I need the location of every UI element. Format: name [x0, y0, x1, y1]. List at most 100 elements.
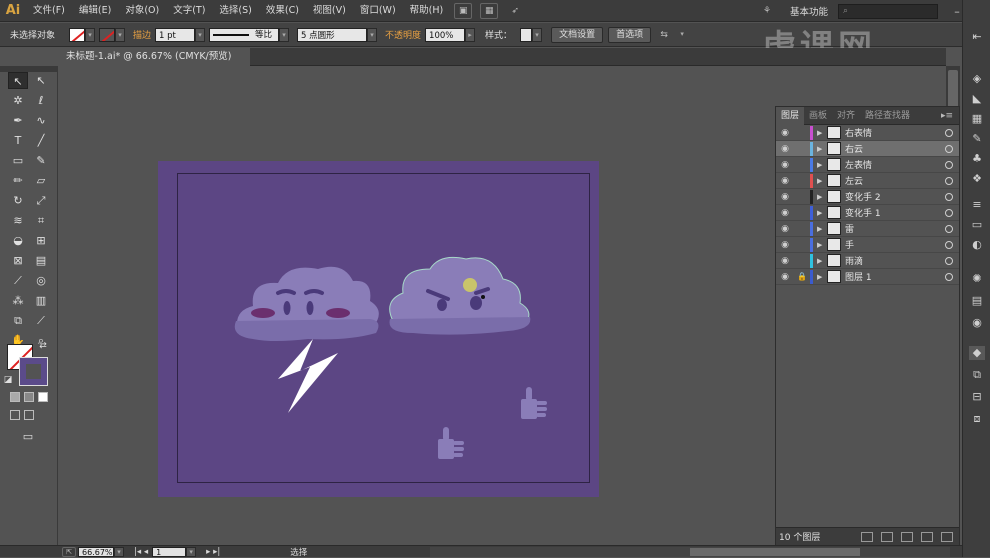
target-circle-icon[interactable] — [945, 208, 953, 217]
new-sublayer-icon[interactable] — [901, 531, 913, 542]
arrange-icon[interactable]: ⇆ — [655, 27, 673, 43]
gradient-mode-icon[interactable] — [24, 392, 34, 402]
brushes-icon[interactable]: ✎ — [969, 132, 985, 146]
color-guide-icon[interactable]: ◣ — [969, 92, 985, 106]
thumbs-up-hand-2[interactable] — [438, 427, 464, 459]
stroke-color-box[interactable] — [19, 357, 48, 386]
target-circle-icon[interactable] — [945, 224, 953, 233]
expand-arrow-icon[interactable]: ▶ — [817, 209, 827, 217]
fill-swatch[interactable] — [69, 27, 86, 42]
menu-window[interactable]: 窗口(W) — [353, 0, 403, 22]
zoom-field[interactable]: 66.67% — [78, 546, 114, 557]
menu-type[interactable]: 文字(T) — [166, 0, 212, 22]
bridge-icon[interactable]: ▣ — [454, 2, 473, 19]
direct-selection-tool-icon[interactable]: ↖ — [31, 72, 51, 89]
status-menu-icon[interactable]: ⇱ — [62, 546, 76, 557]
target-circle-icon[interactable] — [945, 192, 953, 201]
artboard-tool-icon[interactable]: ⧉ — [8, 312, 28, 329]
color-mode-icon[interactable] — [10, 392, 20, 402]
layer-row[interactable]: ◉ ▶ 左表情 — [776, 157, 959, 173]
artboards-panel-icon[interactable]: ⧉ — [969, 368, 985, 382]
graphic-style-swatch[interactable] — [520, 27, 533, 42]
eraser-tool-icon[interactable]: ▱ — [31, 172, 51, 189]
mesh-tool-icon[interactable]: ⊠ — [8, 252, 28, 269]
blend-tool-icon[interactable]: ◎ — [31, 272, 51, 289]
menu-help[interactable]: 帮助(H) — [403, 0, 451, 22]
target-circle-icon[interactable] — [945, 160, 953, 169]
artboard-number-field[interactable]: 1 — [152, 546, 187, 557]
visibility-eye-icon[interactable]: ◉ — [776, 240, 794, 250]
tab-align[interactable]: 对齐 — [832, 107, 860, 125]
layer-row[interactable]: ◉ ▶ 左云 — [776, 173, 959, 189]
panel-menu-icon[interactable]: ▸≡ — [941, 111, 959, 121]
gradient-tool-icon[interactable]: ▤ — [31, 252, 51, 269]
layer-name[interactable]: 图层 1 — [845, 270, 945, 283]
chevron-down-icon[interactable]: ▾ — [367, 27, 378, 42]
layer-name[interactable]: 雷 — [845, 222, 945, 235]
thumbs-up-hand-1[interactable] — [521, 387, 547, 419]
pathfinder-panel-icon[interactable]: ⧈ — [969, 412, 985, 426]
opacity-label[interactable]: 不透明度 — [385, 28, 421, 41]
image-trace-icon[interactable]: ◉ — [969, 316, 985, 330]
target-circle-icon[interactable] — [945, 256, 953, 265]
variable-width-profile[interactable]: 等比 — [209, 27, 280, 42]
visibility-eye-icon[interactable]: ◉ — [776, 192, 794, 202]
selection-tool-icon[interactable]: ↖ — [8, 72, 28, 89]
chevron-down-icon[interactable]: ▾ — [279, 27, 290, 42]
make-clipping-mask-icon[interactable] — [881, 531, 893, 542]
color-panel-icon[interactable]: ◈ — [969, 72, 985, 86]
stroke-panel-icon[interactable]: ≡ — [969, 198, 985, 212]
shape-builder-tool-icon[interactable]: ◒ — [8, 232, 28, 249]
layer-row[interactable]: ◉ ▶ 右云 — [776, 141, 959, 157]
visibility-eye-icon[interactable]: ◉ — [776, 128, 794, 138]
menu-edit[interactable]: 编辑(E) — [72, 0, 118, 22]
graphic-styles-panel-icon[interactable]: ▤ — [969, 294, 985, 308]
swatches-icon[interactable]: ▦ — [969, 112, 985, 126]
rotate-tool-icon[interactable]: ↻ — [8, 192, 28, 209]
layer-row[interactable]: ◉ ▶ 手 — [776, 237, 959, 253]
delete-layer-icon[interactable] — [941, 531, 953, 542]
tab-layers[interactable]: 图层 — [776, 106, 805, 125]
stroke-swatch[interactable] — [99, 27, 116, 42]
artwork[interactable] — [158, 161, 599, 497]
brush-definition[interactable]: 5 点圆形 — [297, 27, 368, 42]
chevron-down-icon[interactable]: ▾ — [677, 28, 687, 42]
chevron-down-icon[interactable]: ▾ — [85, 27, 96, 42]
search-input[interactable]: ⌕ — [838, 3, 938, 19]
gradient-panel-icon[interactable]: ▭ — [969, 218, 985, 232]
layer-name[interactable]: 左云 — [845, 174, 945, 187]
gpu-rocket-icon[interactable]: ➶ — [506, 3, 524, 19]
menu-select[interactable]: 选择(S) — [212, 0, 258, 22]
chevron-down-icon[interactable]: ▾ — [195, 27, 206, 42]
draw-behind-icon[interactable] — [24, 410, 34, 420]
layer-row[interactable]: ◉ ▶ 变化手 2 — [776, 189, 959, 205]
document-setup-button[interactable]: 文档设置 — [551, 26, 604, 43]
chevron-down-icon[interactable]: ▾ — [114, 546, 124, 557]
stroke-label[interactable]: 描边 — [133, 28, 151, 41]
slice-tool-icon[interactable]: ⟋ — [31, 312, 51, 329]
preferences-button[interactable]: 首选项 — [608, 26, 652, 43]
layer-name[interactable]: 变化手 1 — [845, 206, 945, 219]
visibility-eye-icon[interactable]: ◉ — [776, 144, 794, 154]
collapse-panels-icon[interactable]: ⇤ — [969, 30, 985, 44]
horizontal-scrollbar[interactable] — [430, 547, 950, 557]
curvature-tool-icon[interactable]: ∿ — [31, 112, 51, 129]
artboard[interactable] — [158, 161, 599, 497]
paintbrush-tool-icon[interactable]: ✎ — [31, 152, 51, 169]
target-circle-icon[interactable] — [945, 272, 953, 281]
scroll-thumb[interactable] — [690, 548, 860, 556]
layer-name[interactable]: 左表情 — [845, 158, 945, 171]
layer-row[interactable]: ◉ ▶ 变化手 1 — [776, 205, 959, 221]
chevron-down-icon[interactable]: ▸ — [465, 27, 476, 42]
eyedropper-tool-icon[interactable]: ⟋ — [8, 272, 28, 289]
layer-name[interactable]: 手 — [845, 238, 945, 251]
graphic-styles-icon[interactable]: ❖ — [969, 172, 985, 186]
lightning-bolt[interactable] — [278, 339, 338, 413]
warp-tool-icon[interactable]: ≋ — [8, 212, 28, 229]
layer-row[interactable]: ◉ ▶ 右表情 — [776, 125, 959, 141]
locate-object-icon[interactable] — [861, 531, 873, 542]
perspective-grid-tool-icon[interactable]: ⊞ — [31, 232, 51, 249]
layer-name[interactable]: 变化手 2 — [845, 190, 945, 203]
lock-toggle-icon[interactable]: 🔒 — [794, 272, 810, 281]
layer-row[interactable]: ◉ ▶ 雨滴 — [776, 253, 959, 269]
